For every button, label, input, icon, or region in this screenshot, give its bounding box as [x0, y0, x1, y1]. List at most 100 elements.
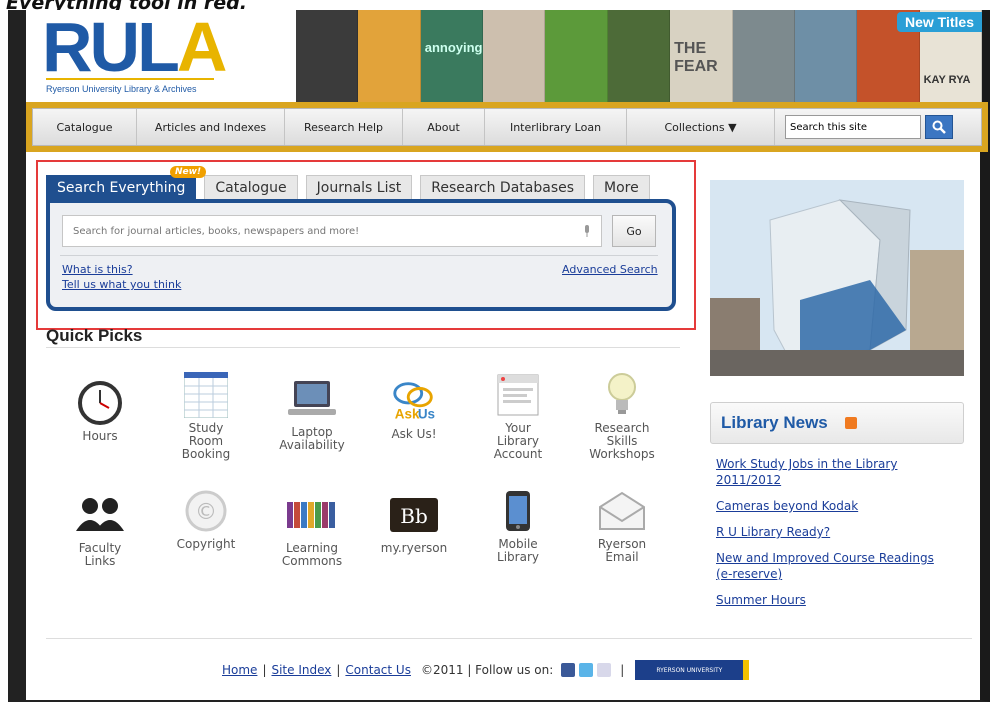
blackboard-icon: Bb	[389, 492, 439, 538]
footer-divider	[46, 638, 972, 639]
quick-pick-faculty-links[interactable]: Faculty Links	[48, 492, 152, 568]
nav-catalogue[interactable]: Catalogue	[33, 109, 137, 145]
advanced-search-link[interactable]: Advanced Search	[562, 263, 658, 276]
tab-more[interactable]: More	[593, 175, 650, 199]
logo-rul: RUL	[42, 8, 180, 86]
quick-pick-label: Hours	[82, 429, 118, 443]
quick-pick-library-account[interactable]: Your Library Account	[466, 372, 570, 461]
browser-frame: RULA Ryerson University Library & Archiv…	[8, 10, 990, 702]
nav-about[interactable]: About	[403, 109, 485, 145]
nav-articles-indexes[interactable]: Articles and Indexes	[137, 109, 285, 145]
svg-text:©: ©	[195, 500, 217, 525]
svg-text:Us: Us	[418, 406, 435, 421]
news-title: Library News	[721, 413, 828, 432]
tab-research-databases[interactable]: Research Databases	[420, 175, 586, 199]
account-window-icon	[493, 372, 543, 418]
svg-text:Bb: Bb	[400, 504, 428, 528]
quick-pick-hours[interactable]: Hours	[48, 380, 152, 443]
microphone-icon[interactable]	[584, 225, 590, 237]
svg-text:Ask: Ask	[395, 406, 420, 421]
tab-catalogue[interactable]: Catalogue	[204, 175, 298, 199]
quick-pick-my-ryerson[interactable]: Bb my.ryerson	[362, 492, 466, 555]
book-cover[interactable]	[545, 10, 608, 102]
tab-journals-list[interactable]: Journals List	[305, 175, 413, 199]
site-search-input[interactable]	[785, 115, 921, 139]
go-button[interactable]: Go	[612, 215, 656, 247]
quick-pick-label: Laptop Availability	[279, 425, 345, 452]
nav-research-help[interactable]: Research Help	[285, 109, 403, 145]
panel-divider	[60, 255, 658, 256]
book-cover[interactable]	[296, 10, 359, 102]
search-icon	[932, 120, 946, 134]
phone-icon	[493, 488, 543, 534]
book-cover[interactable]: THE FEAR	[670, 10, 733, 102]
news-link[interactable]: R U Library Ready?	[716, 524, 946, 540]
quick-pick-label: Study Room Booking	[181, 421, 231, 461]
logo[interactable]: RULA Ryerson University Library & Archiv…	[34, 10, 314, 108]
askus-bubble-icon: Ask Us	[389, 378, 439, 424]
site-search	[775, 115, 953, 139]
tab-search-everything[interactable]: Search Everything	[46, 175, 197, 199]
quick-pick-label: Ask Us!	[391, 427, 437, 441]
quick-pick-ask-us[interactable]: Ask Us Ask Us!	[362, 378, 466, 441]
what-is-this-link[interactable]: What is this?	[62, 263, 133, 276]
lightbulb-icon	[597, 372, 647, 418]
feedback-link[interactable]: Tell us what you think	[62, 278, 181, 291]
nav-collections-dropdown[interactable]: Collections ▼	[627, 109, 775, 145]
new-badge: New!	[170, 166, 207, 178]
quick-picks-divider	[46, 347, 680, 348]
quick-pick-label: Mobile Library	[497, 537, 539, 564]
quick-picks-title: Quick Picks	[46, 326, 143, 345]
book-cover[interactable]	[483, 10, 546, 102]
main-nav: Catalogue Articles and Indexes Research …	[26, 102, 988, 152]
quick-pick-label: Ryerson Email	[597, 537, 647, 564]
book-cover[interactable]	[607, 10, 671, 102]
search-panel: Go What is this? Tell us what you think …	[46, 199, 676, 311]
building-photo[interactable]	[710, 180, 964, 376]
logo-subtitle: Ryerson University Library & Archives	[46, 84, 197, 94]
quick-pick-mobile-library[interactable]: Mobile Library	[466, 488, 570, 564]
ryerson-university-logo[interactable]: RYERSON UNIVERSITY	[635, 660, 750, 680]
site-search-button[interactable]	[925, 115, 953, 139]
new-titles-banner[interactable]: annoying THE FEAR KAY RYA New Titles	[296, 10, 982, 102]
search-everything-input[interactable]	[62, 215, 602, 247]
search-tabs: Search Everything Catalogue Journals Lis…	[46, 175, 658, 199]
book-cover[interactable]	[732, 10, 795, 102]
footer-copyright: ©2011 | Follow us on:	[420, 663, 554, 677]
logo-a: A	[176, 8, 228, 86]
people-icon	[75, 492, 125, 538]
quick-pick-copyright[interactable]: © Copyright	[154, 488, 258, 551]
clock-icon	[75, 380, 125, 426]
nav-interlibrary-loan[interactable]: Interlibrary Loan	[485, 109, 627, 145]
news-link[interactable]: Cameras beyond Kodak	[716, 498, 946, 514]
flickr-icon[interactable]	[597, 663, 612, 677]
library-news-header: Library News	[710, 402, 964, 444]
quick-pick-learning-commons[interactable]: Learning Commons	[260, 492, 364, 568]
news-link[interactable]: Summer Hours	[716, 592, 946, 608]
quick-pick-label: my.ryerson	[380, 541, 448, 555]
laptop-icon	[287, 376, 337, 422]
rss-icon[interactable]	[845, 417, 857, 429]
quick-pick-label: Your Library Account	[493, 421, 543, 461]
footer-home-link[interactable]: Home	[222, 663, 257, 677]
books-icon	[287, 492, 337, 538]
new-titles-label[interactable]: New Titles	[897, 12, 982, 32]
book-cover[interactable]	[794, 10, 858, 102]
footer-contact-link[interactable]: Contact Us	[345, 663, 411, 677]
quick-pick-study-room[interactable]: Study Room Booking	[154, 372, 258, 461]
quick-pick-label: Copyright	[176, 537, 236, 551]
twitter-icon[interactable]	[579, 663, 594, 677]
facebook-icon[interactable]	[561, 663, 576, 677]
book-cover[interactable]: annoying	[420, 10, 484, 102]
building-image	[710, 180, 964, 376]
envelope-icon	[597, 488, 647, 534]
news-link[interactable]: Work Study Jobs in the Library 2011/2012	[716, 456, 946, 488]
quick-pick-label: Faculty Links	[78, 541, 122, 568]
book-cover[interactable]	[358, 10, 421, 102]
quick-pick-workshops[interactable]: Research Skills Workshops	[570, 372, 674, 461]
calendar-grid-icon	[181, 372, 231, 418]
quick-pick-ryerson-email[interactable]: Ryerson Email	[570, 488, 674, 564]
quick-pick-laptop[interactable]: Laptop Availability	[260, 376, 364, 452]
news-link[interactable]: New and Improved Course Readings (e-rese…	[716, 550, 946, 582]
footer-site-index-link[interactable]: Site Index	[271, 663, 331, 677]
